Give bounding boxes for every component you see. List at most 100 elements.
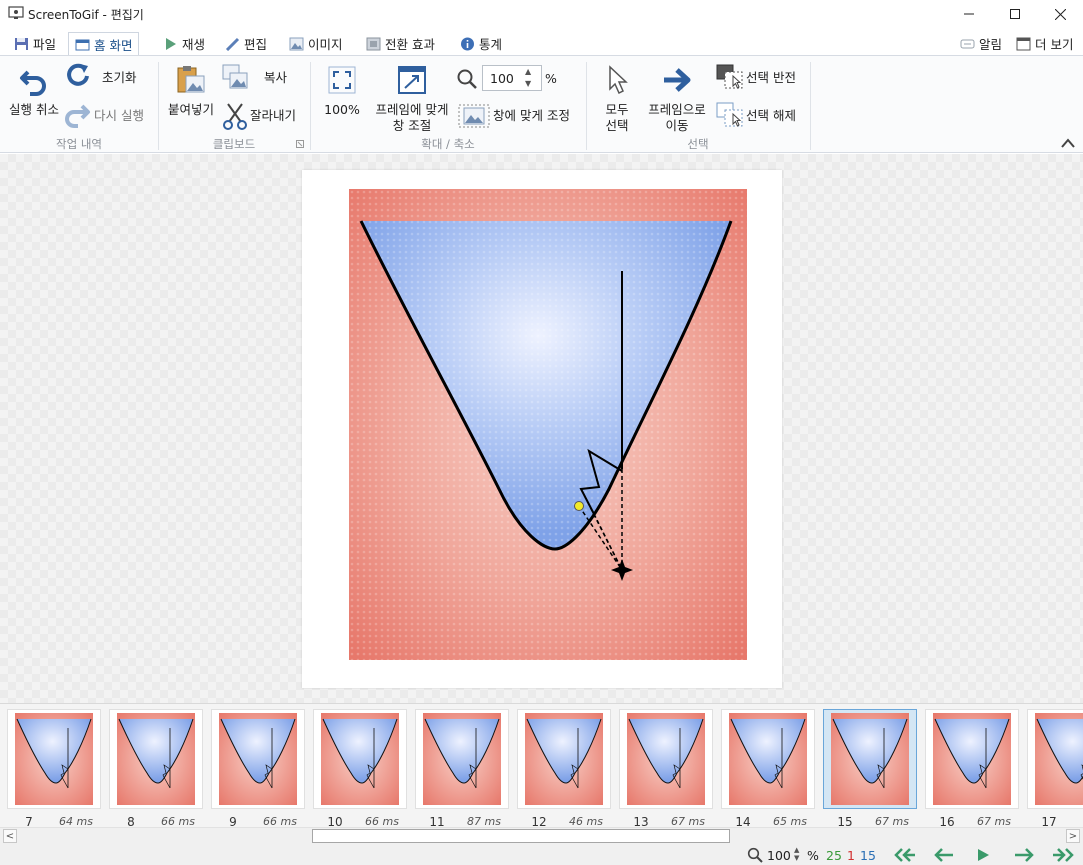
group-divider xyxy=(810,62,811,150)
horizontal-scrollbar[interactable]: < > xyxy=(0,827,1083,844)
deselect-icon xyxy=(716,102,743,127)
zoom-down-icon[interactable]: ▼ xyxy=(525,79,531,88)
play-icon[interactable] xyxy=(976,848,990,862)
copy-icon xyxy=(222,64,248,89)
minimize-button[interactable] xyxy=(946,0,992,28)
cut-button[interactable]: 잘라내기 xyxy=(220,102,306,130)
frame-thumbnail[interactable]: 17 xyxy=(1027,709,1083,829)
tab-label: 전환 효과 xyxy=(385,37,435,52)
group-label-clipboard: 클립보드 xyxy=(212,137,256,151)
reset-label: 초기화 xyxy=(102,70,137,85)
paste-button[interactable]: 붙여넣기 xyxy=(162,60,220,120)
collapse-ribbon-icon[interactable] xyxy=(1061,138,1075,148)
zoom-stepper[interactable]: 100 ▲ ▼ xyxy=(482,65,542,91)
first-frame-icon[interactable] xyxy=(892,848,916,862)
frame-thumbnail-image xyxy=(525,713,603,805)
cut-label: 잘라내기 xyxy=(250,108,297,123)
tab-statistics[interactable]: 통계 xyxy=(454,32,508,55)
frame-thumbnail[interactable]: 9 66 ms xyxy=(211,709,305,829)
frame-thumbnail-image xyxy=(627,713,705,805)
goto-frame-label-1: 프레임으로 xyxy=(648,102,706,117)
maximize-button[interactable] xyxy=(992,0,1038,28)
save-icon xyxy=(15,37,28,50)
copy-label: 복사 xyxy=(264,70,288,85)
frame-thumbnail[interactable]: 14 65 ms xyxy=(721,709,815,829)
resize-window-icon xyxy=(398,66,426,94)
minimize-icon xyxy=(964,13,974,15)
frame-thumbnail[interactable]: 11 87 ms xyxy=(415,709,509,829)
frame-thumbnail[interactable]: 16 67 ms xyxy=(925,709,1019,829)
deselect-button[interactable]: 선택 해제 xyxy=(716,102,808,130)
frame-preview xyxy=(302,170,782,688)
dialog-launcher-icon[interactable] xyxy=(296,140,304,148)
zoom-unit: % xyxy=(545,71,557,86)
redo-button[interactable]: 다시 실행 xyxy=(64,100,158,130)
tab-label: 재생 xyxy=(182,37,206,52)
frame-thumbnail-image xyxy=(831,713,909,805)
goto-frame-button[interactable]: 프레임으로 이동 xyxy=(640,60,714,136)
invert-selection-icon xyxy=(716,64,743,89)
frame-thumbnail[interactable]: 15 67 ms xyxy=(823,709,917,829)
frame-count: 25 xyxy=(826,848,842,863)
tab-image[interactable]: 이미지 xyxy=(283,32,349,55)
fit-expand-icon xyxy=(328,66,356,94)
scroll-left-icon[interactable]: < xyxy=(3,829,17,843)
group-label-selection: 선택 xyxy=(687,137,709,151)
copy-button[interactable]: 복사 xyxy=(220,64,306,92)
paste-icon xyxy=(177,66,205,93)
fit-image-label: 창에 맞게 조정 xyxy=(493,108,570,123)
frame-thumbnail[interactable]: 7 64 ms xyxy=(7,709,101,829)
frame-thumbnail[interactable]: 13 67 ms xyxy=(619,709,713,829)
close-icon xyxy=(1054,8,1066,20)
tab-file[interactable]: 파일 xyxy=(8,32,62,55)
status-bar: 100 ▲ ▼ % 25 1 15 xyxy=(0,844,1083,865)
frame-thumbnail[interactable]: 8 66 ms xyxy=(109,709,203,829)
deselect-label: 선택 해제 xyxy=(746,108,796,123)
tab-playback[interactable]: 재생 xyxy=(157,32,211,55)
status-zoom-stepper-icon[interactable]: ▲ ▼ xyxy=(794,846,799,862)
select-all-button[interactable]: 모두 선택 xyxy=(594,60,640,136)
fit-image-icon xyxy=(458,104,490,128)
goto-frame-label-2: 이동 xyxy=(665,118,689,133)
zoom-100-button[interactable]: 100% xyxy=(318,60,366,120)
notifications-button[interactable]: 알림 xyxy=(954,32,1008,55)
zoom-value: 100 xyxy=(490,71,514,86)
title-bar: ScreenToGif - 편집기 xyxy=(0,0,1083,28)
tab-transitions[interactable]: 전환 효과 xyxy=(360,32,441,55)
previous-frame-icon[interactable] xyxy=(933,848,955,862)
reset-button[interactable]: 초기화 xyxy=(64,62,154,92)
zoom-icon xyxy=(747,847,763,863)
frame-thumbnail-image xyxy=(15,713,93,805)
reset-icon xyxy=(67,63,89,86)
home-icon xyxy=(75,39,90,50)
status-zoom-unit: % xyxy=(807,848,819,863)
info-icon xyxy=(461,37,474,50)
frame-thumbnail[interactable]: 10 66 ms xyxy=(313,709,407,829)
image-icon xyxy=(289,37,304,50)
frame-thumbnail[interactable]: 12 46 ms xyxy=(517,709,611,829)
scroll-right-icon[interactable]: > xyxy=(1066,829,1080,843)
zoom-up-icon[interactable]: ▲ xyxy=(525,67,531,76)
app-icon xyxy=(8,6,24,19)
more-view-button[interactable]: 더 보기 xyxy=(1010,32,1079,55)
last-frame-icon[interactable] xyxy=(1052,848,1078,862)
undo-button[interactable]: 실행 취소 xyxy=(4,60,64,120)
ribbon-tabs: 파일 홈 화면 재생 편집 이미지 전환 효과 통계 알림 더 보기 xyxy=(0,32,1083,56)
scroll-thumb[interactable] xyxy=(312,829,730,843)
frame-image xyxy=(349,189,747,660)
frame-thumbnail-image xyxy=(117,713,195,805)
transition-icon xyxy=(366,37,381,50)
invert-selection-label: 선택 반전 xyxy=(746,70,796,85)
fit-window-label-1: 프레임에 맞게 xyxy=(375,102,449,117)
ribbon-panel: 실행 취소 초기화 다시 실행 작업 내역 붙여넣기 복사 잘라내기 클립보드 … xyxy=(0,55,1083,153)
fit-image-button[interactable]: 창에 맞게 조정 xyxy=(458,104,582,130)
tab-home[interactable]: 홈 화면 xyxy=(68,32,140,56)
status-zoom-value[interactable]: 100 xyxy=(767,848,791,863)
close-button[interactable] xyxy=(1037,0,1083,28)
tab-edit[interactable]: 편집 xyxy=(219,32,273,55)
next-frame-icon[interactable] xyxy=(1013,848,1035,862)
invert-selection-button[interactable]: 선택 반전 xyxy=(716,64,808,92)
notification-icon xyxy=(960,39,975,48)
frame-thumbnail-image xyxy=(729,713,807,805)
fit-window-button[interactable]: 프레임에 맞게 창 조절 xyxy=(368,60,456,136)
